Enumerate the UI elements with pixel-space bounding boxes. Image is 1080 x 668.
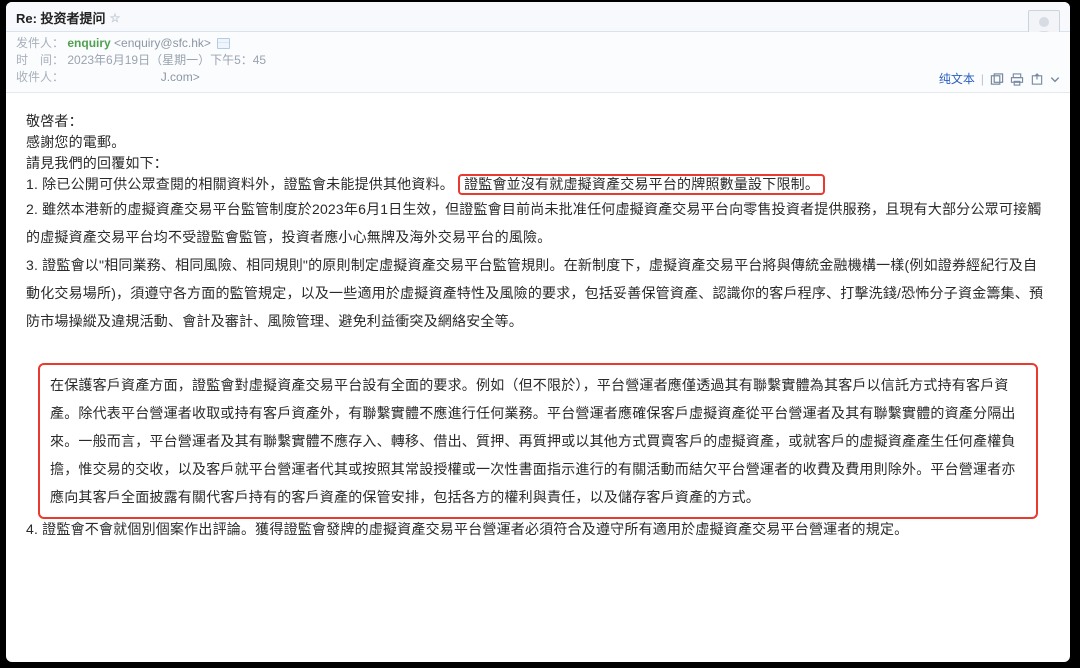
highlight-block: 在保護客戶資產方面，證監會對虛擬資產交易平台設有全面的要求。例如（但不限於），平… bbox=[38, 363, 1038, 519]
from-label: 发件人： bbox=[16, 36, 64, 50]
reply-item-1: 1. 除已公開可供公眾查閱的相關資料外，證監會未能提供其他資料。 證監會並沒有就… bbox=[26, 174, 1050, 195]
print-icon[interactable] bbox=[1010, 73, 1024, 86]
email-subject: Re: 投资者提问 ☆ bbox=[16, 8, 120, 27]
recipient-masked: J.com> bbox=[161, 70, 200, 84]
item1-prefix: 1. 除已公開可供公眾查閱的相關資料外，證監會未能提供其他資料。 bbox=[26, 176, 454, 192]
plaintext-toggle[interactable]: 纯文本 bbox=[939, 71, 975, 88]
export-icon[interactable] bbox=[1030, 73, 1044, 86]
subject-text: Re: 投资者提问 bbox=[16, 8, 106, 27]
item1-highlight: 證監會並沒有就虛擬資產交易平台的牌照數量設下限制。 bbox=[458, 174, 825, 195]
email-toolbar: 纯文本 | bbox=[939, 71, 1060, 88]
email-viewer: Re: 投资者提问 ☆ 发件人： enquiry <enquiry@sfc.hk… bbox=[6, 2, 1070, 662]
sender-address: <enquiry@sfc.hk> bbox=[114, 36, 211, 50]
email-header: Re: 投资者提问 ☆ bbox=[6, 2, 1070, 32]
sender-name[interactable]: enquiry bbox=[67, 36, 110, 50]
star-icon[interactable]: ☆ bbox=[110, 11, 121, 25]
reply-item-3: 3. 證監會以"相同業務、相同風險、相同規則"的原則制定虛擬資產交易平台監管規則… bbox=[26, 251, 1050, 335]
contact-card-icon[interactable] bbox=[217, 38, 230, 49]
email-meta: 发件人： enquiry <enquiry@sfc.hk> 时 间： 2023年… bbox=[6, 32, 1070, 93]
window-popout-icon[interactable] bbox=[990, 73, 1004, 86]
reply-item-2: 2. 雖然本港新的虛擬資產交易平台監管制度於2023年6月1日生效，但證監會目前… bbox=[26, 195, 1050, 251]
reply-item-4: 4. 證監會不會就個別個案作出評論。獲得證監會發牌的虛擬資產交易平台營運者必須符… bbox=[26, 519, 1050, 540]
time-value: 2023年6月19日（星期一）下午5：45 bbox=[67, 53, 266, 67]
thanks-line: 感謝您的電郵。 bbox=[26, 132, 1050, 153]
salutation: 敬啓者： bbox=[26, 111, 1050, 132]
to-label: 收件人： bbox=[16, 70, 64, 84]
see-below-line: 請見我們的回覆如下： bbox=[26, 153, 1050, 174]
time-label: 时 间： bbox=[16, 53, 64, 67]
chevron-down-icon[interactable] bbox=[1050, 73, 1060, 86]
email-body: 敬啓者： 感謝您的電郵。 請見我們的回覆如下： 1. 除已公開可供公眾查閱的相關… bbox=[6, 93, 1070, 662]
